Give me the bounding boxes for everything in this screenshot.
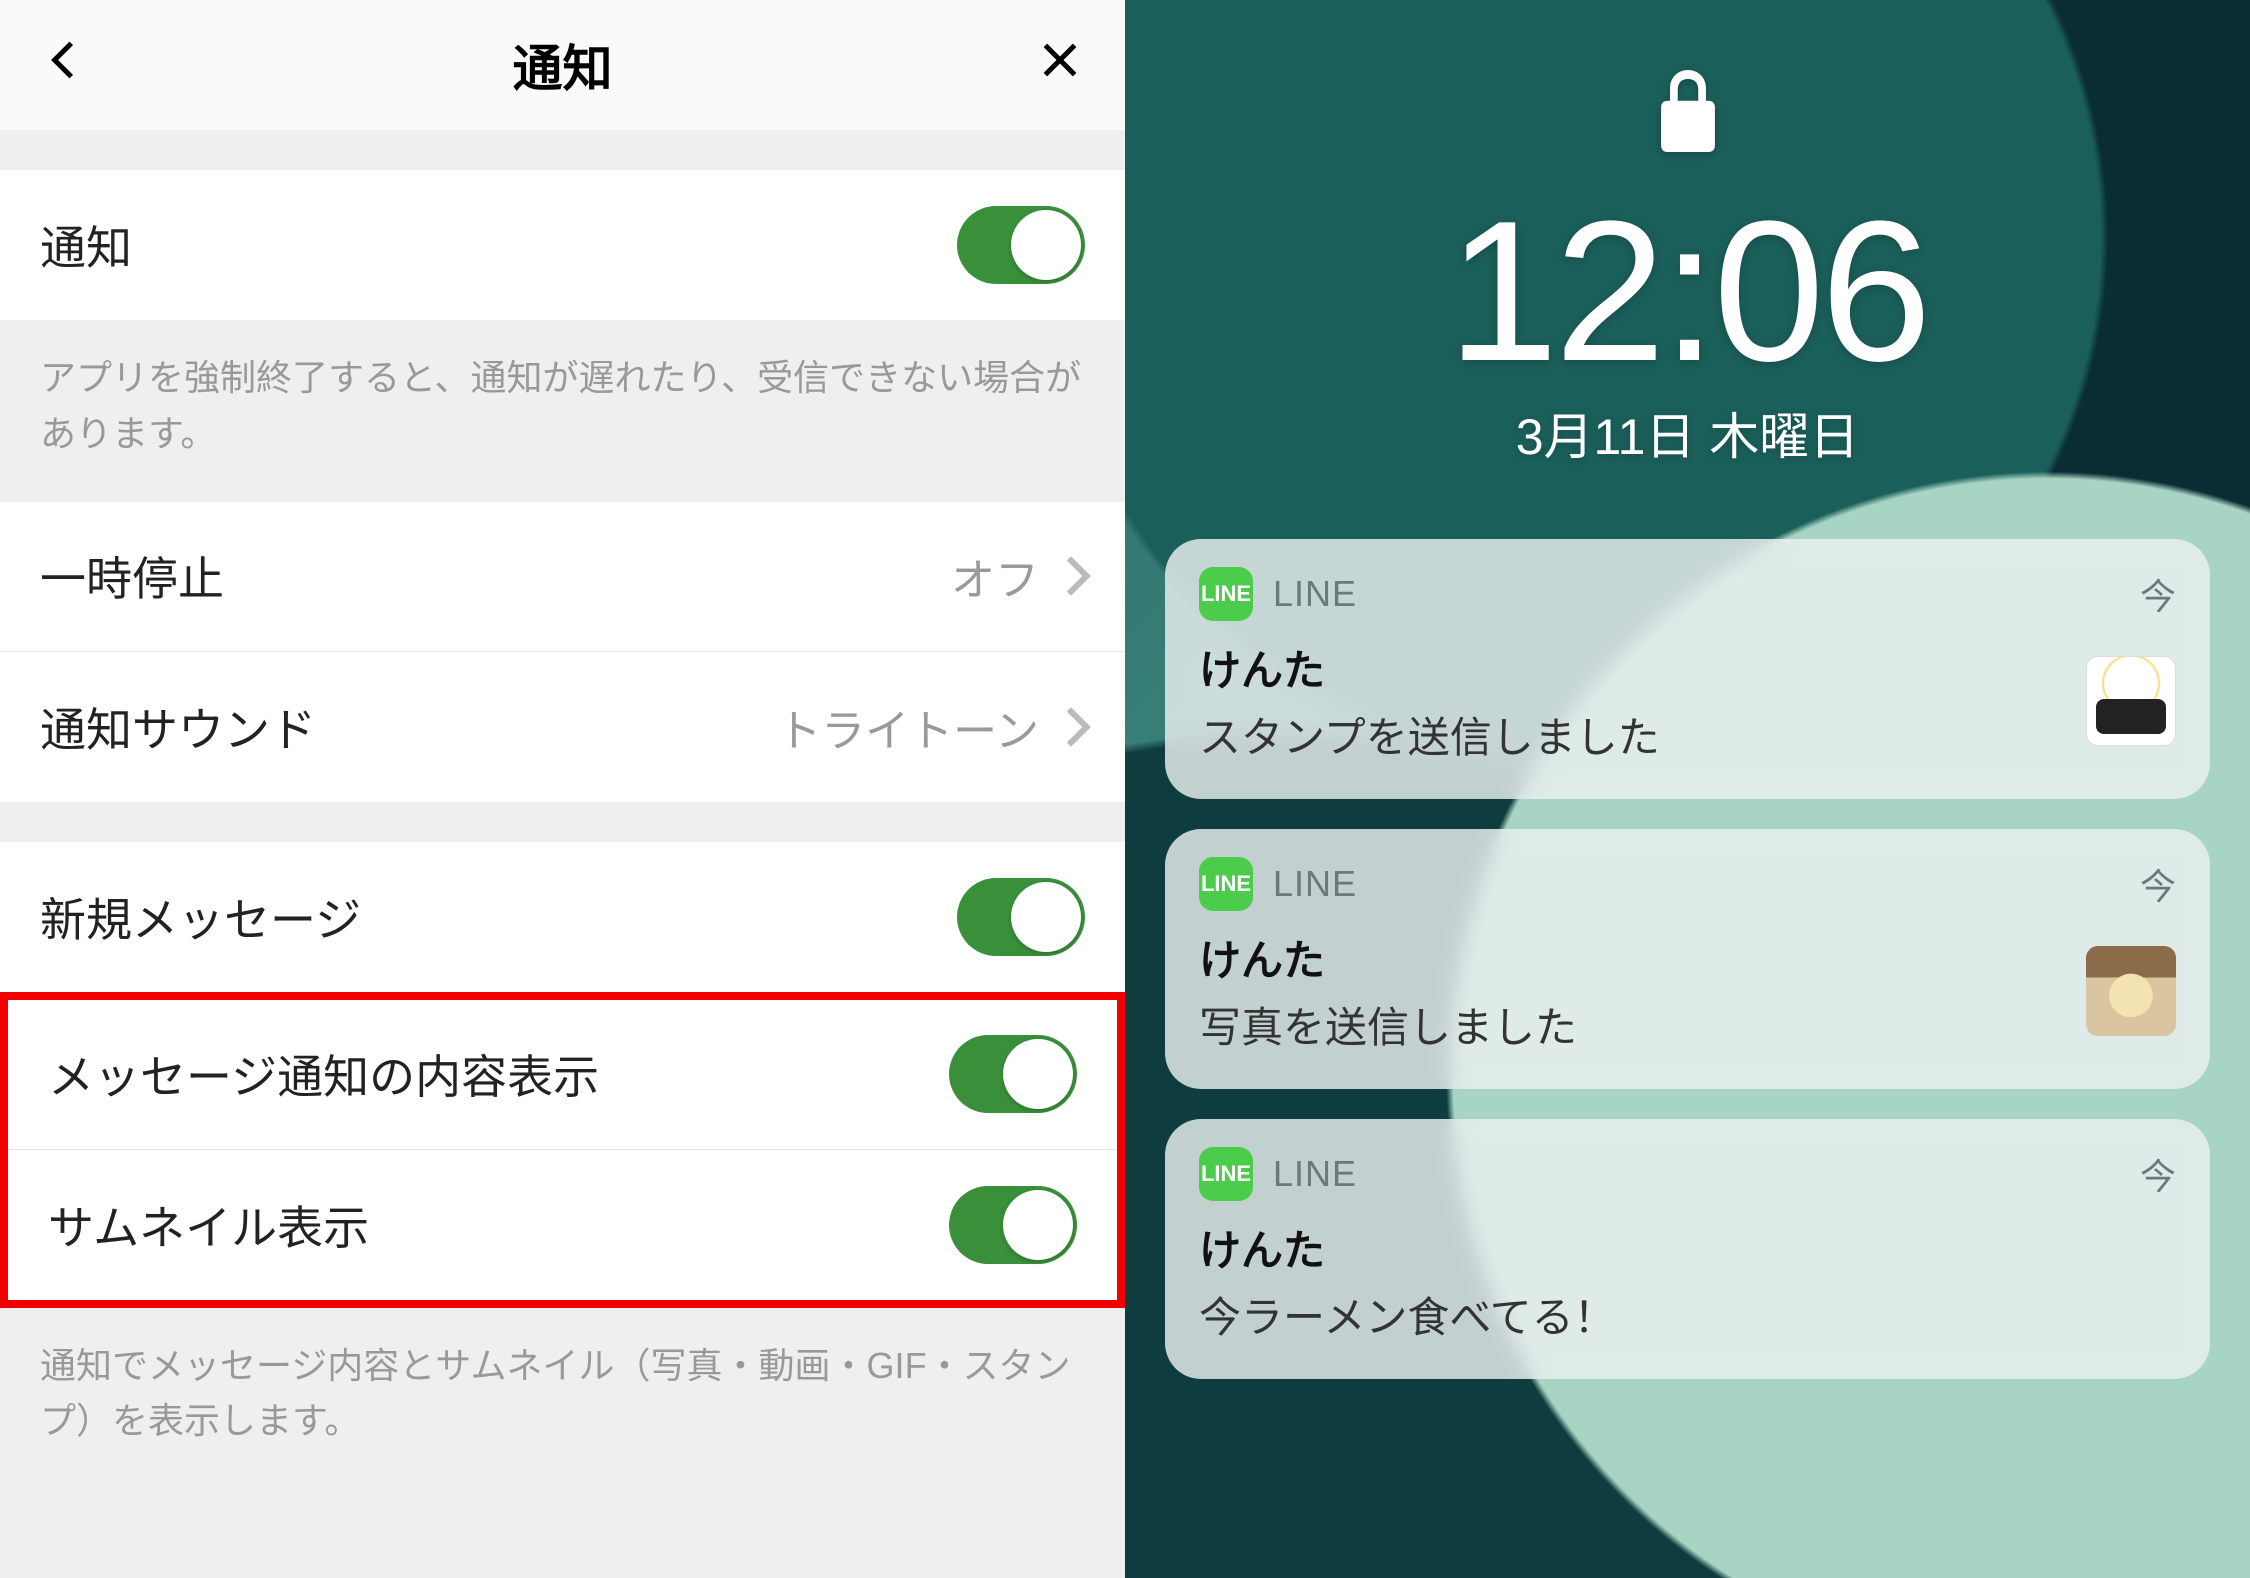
row-label: 通知サウンド <box>40 694 316 760</box>
toggle-notifications[interactable] <box>957 206 1085 284</box>
settings-panel: 通知 通知 アプリを強制終了すると、通知が遅れたり、受信できない場合があります。… <box>0 0 1125 1578</box>
page-title: 通知 <box>513 29 613 101</box>
notification-time: 今 <box>2140 858 2176 910</box>
notification-thumbnail <box>2086 946 2176 1036</box>
row-content-preview: メッセージ通知の内容表示 <box>8 1000 1117 1150</box>
back-button[interactable] <box>40 35 90 96</box>
row-value: オフ <box>951 544 1039 608</box>
lockscreen-panel: 12:06 3月11日 木曜日 LINE LINE 今 けんた スタンプを送信し… <box>1125 0 2250 1578</box>
toggle-new-message[interactable] <box>957 878 1085 956</box>
lockscreen-date: 3月11日 木曜日 <box>1516 397 1860 469</box>
toggle-content-preview[interactable] <box>949 1035 1077 1113</box>
highlighted-rows: メッセージ通知の内容表示 サムネイル表示 <box>0 992 1125 1308</box>
notification-sender: けんた <box>1199 637 2066 698</box>
lock-icon <box>1657 70 1719 157</box>
notifications-description: アプリを強制終了すると、通知が遅れたり、受信できない場合があります。 <box>0 320 1125 502</box>
row-label: 一時停止 <box>40 543 224 609</box>
notification-card[interactable]: LINE LINE 今 けんた 写真を送信しました <box>1165 829 2210 1089</box>
close-icon <box>1035 35 1085 85</box>
notification-message: 今ラーメン食べてる！ <box>1199 1284 2176 1345</box>
lockscreen-time: 12:06 <box>1447 177 1928 407</box>
notification-time: 今 <box>2140 1148 2176 1200</box>
section-spacer <box>0 802 1125 842</box>
notification-time: 今 <box>2140 568 2176 620</box>
notification-list: LINE LINE 今 けんた スタンプを送信しました LINE LINE 今 <box>1125 539 2250 1379</box>
notification-card[interactable]: LINE LINE 今 けんた スタンプを送信しました <box>1165 539 2210 799</box>
chevron-right-icon <box>1051 556 1091 596</box>
row-label: 通知 <box>40 212 132 278</box>
toggle-thumbnail[interactable] <box>949 1186 1077 1264</box>
row-label: 新規メッセージ <box>40 884 361 950</box>
section-spacer <box>0 130 1125 170</box>
line-app-icon: LINE <box>1199 567 1253 621</box>
line-app-icon: LINE <box>1199 1147 1253 1201</box>
thumbnail-description: 通知でメッセージ内容とサムネイル（写真・動画・GIF・スタンプ）を表示します。 <box>0 1308 1125 1490</box>
row-thumbnail: サムネイル表示 <box>8 1150 1117 1300</box>
notification-message: スタンプを送信しました <box>1199 704 2066 765</box>
row-notifications: 通知 <box>0 170 1125 320</box>
row-label: サムネイル表示 <box>48 1192 369 1258</box>
close-button[interactable] <box>1035 35 1085 96</box>
notification-app-name: LINE <box>1273 1153 1357 1195</box>
chevron-left-icon <box>40 35 90 85</box>
notification-sender: けんた <box>1199 1217 2176 1278</box>
notification-card[interactable]: LINE LINE 今 けんた 今ラーメン食べてる！ <box>1165 1119 2210 1379</box>
row-new-message: 新規メッセージ <box>0 842 1125 992</box>
line-app-icon: LINE <box>1199 857 1253 911</box>
notification-app-name: LINE <box>1273 863 1357 905</box>
notification-thumbnail <box>2086 656 2176 746</box>
notification-app-name: LINE <box>1273 573 1357 615</box>
notification-sender: けんた <box>1199 927 2066 988</box>
row-label: メッセージ通知の内容表示 <box>48 1041 599 1107</box>
row-sound[interactable]: 通知サウンド トライトーン <box>0 652 1125 802</box>
row-value: トライトーン <box>777 695 1039 759</box>
notification-message: 写真を送信しました <box>1199 994 2066 1055</box>
row-pause[interactable]: 一時停止 オフ <box>0 502 1125 652</box>
chevron-right-icon <box>1051 707 1091 747</box>
settings-header: 通知 <box>0 0 1125 130</box>
